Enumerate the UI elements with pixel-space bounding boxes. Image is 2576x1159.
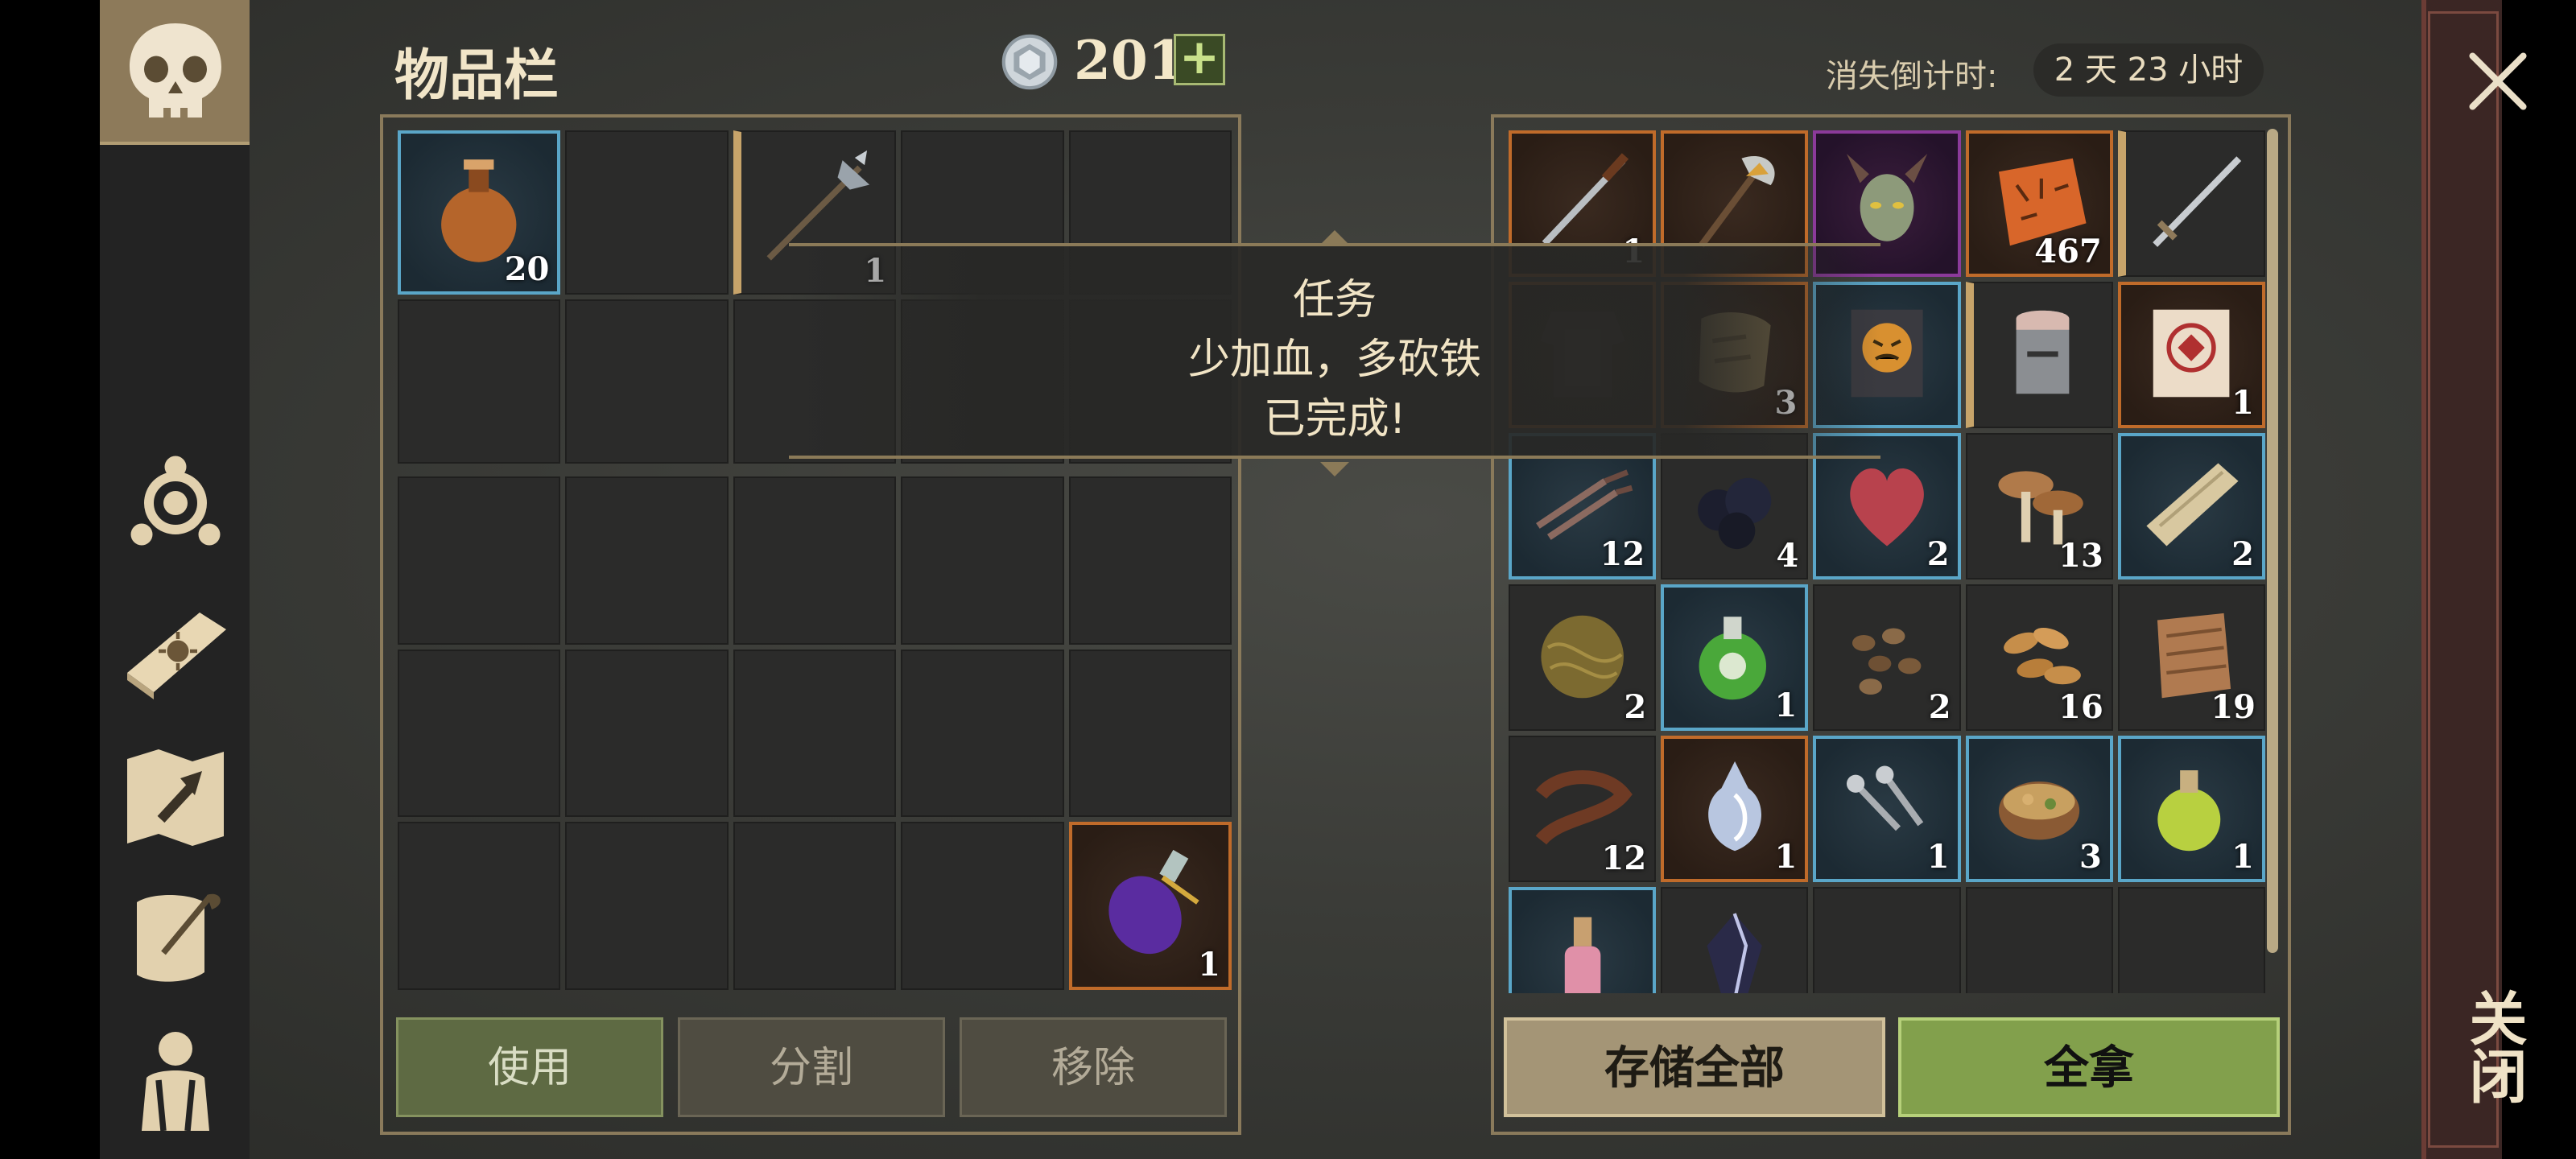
seeds-icon: [1852, 628, 1922, 695]
item-count: 1: [1198, 946, 1220, 984]
item-count: 16: [2058, 688, 2103, 726]
empty-slot[interactable]: [565, 130, 729, 295]
item-count: 1: [2231, 384, 2254, 422]
sun-book-icon[interactable]: [106, 584, 245, 713]
timer-value: 2 天 23 小时: [2033, 43, 2264, 97]
item-count: 13: [2058, 537, 2103, 575]
empty-slot[interactable]: [565, 476, 729, 645]
empty-slot[interactable]: [398, 476, 561, 645]
inventory-slot[interactable]: 2: [2117, 433, 2265, 580]
inventory-slot[interactable]: 3: [1965, 736, 2113, 882]
inventory-slot[interactable]: 1: [1661, 736, 1809, 882]
item-count: 2: [1624, 688, 1647, 726]
quill-scroll-icon[interactable]: [106, 874, 245, 1003]
toast-pointer-top: [1320, 230, 1349, 245]
page-title: 物品栏: [394, 44, 559, 108]
toast-message: 少加血，多砍铁: [1187, 336, 1481, 384]
coal-icon: [1698, 478, 1772, 550]
item-count: 12: [1600, 535, 1645, 573]
inventory-slot[interactable]: 1: [2117, 736, 2265, 882]
item-count: 2: [1928, 688, 1951, 726]
item-count: 467: [2034, 233, 2102, 270]
toast-title: 任务: [1292, 276, 1377, 324]
close-icon[interactable]: [2462, 45, 2534, 118]
crystal-icon: [1707, 913, 1762, 993]
add-coins-button[interactable]: +: [1174, 33, 1225, 85]
skull-icon[interactable]: [106, 10, 245, 138]
clan-icon[interactable]: [106, 441, 245, 570]
item-count: 2: [1926, 535, 1950, 573]
demon-head-icon: [1846, 154, 1928, 241]
item-count: 3: [2079, 838, 2102, 876]
inventory-slot[interactable]: [1661, 887, 1809, 993]
empty-slot[interactable]: [733, 476, 897, 645]
empty-slot[interactable]: [565, 299, 729, 464]
inventory-slot[interactable]: [1509, 887, 1657, 993]
item-count: 2: [2231, 535, 2254, 573]
toast-status: 已完成!: [1263, 395, 1406, 443]
container-scrollbar[interactable]: [2267, 129, 2278, 953]
inventory-slot[interactable]: 1: [1813, 736, 1961, 882]
inventory-slot[interactable]: 19: [2117, 584, 2265, 731]
empty-slot[interactable]: [733, 822, 897, 990]
item-count: 12: [1601, 839, 1647, 877]
inventory-slot[interactable]: 12: [1509, 736, 1657, 882]
character-icon[interactable]: [106, 1016, 245, 1145]
empty-slot[interactable]: [733, 649, 897, 818]
inventory-slot[interactable]: 1: [1068, 822, 1232, 990]
empty-slot[interactable]: [901, 476, 1064, 645]
helmet-icon: [2016, 311, 2070, 394]
axe-icon: [1698, 155, 1775, 248]
item-count: 1: [1926, 838, 1950, 876]
empty-slot[interactable]: [2117, 887, 2265, 993]
fiber-ball-icon: [1541, 616, 1624, 699]
inventory-slot[interactable]: [1965, 282, 2113, 428]
empty-slot[interactable]: [901, 649, 1064, 818]
empty-slot[interactable]: [398, 822, 561, 990]
remove-button[interactable]: 移除: [960, 1017, 1227, 1117]
inventory-slot[interactable]: 2: [1509, 584, 1657, 731]
split-button[interactable]: 分割: [678, 1017, 945, 1117]
toast-pointer-bottom: [1320, 462, 1349, 476]
inventory-slot[interactable]: 2: [1813, 584, 1961, 731]
sword-icon: [2153, 156, 2242, 248]
empty-slot[interactable]: [398, 299, 561, 464]
inventory-slot[interactable]: 1: [1661, 584, 1809, 731]
inventory-slot[interactable]: 16: [1965, 584, 2113, 731]
empty-slot[interactable]: [1813, 887, 1961, 993]
silver-coin-icon: [1001, 34, 1058, 90]
crafting-map-icon[interactable]: [106, 731, 245, 860]
inventory-slot[interactable]: [2117, 130, 2265, 277]
empty-slot[interactable]: [565, 649, 729, 818]
inventory-slot[interactable]: 467: [1965, 130, 2113, 277]
purple-potion-icon: [1108, 850, 1199, 955]
close-panel-frame: [2428, 11, 2499, 1148]
quest-complete-toast: 任务 少加血，多砍铁 已完成!: [789, 243, 1880, 459]
item-count: 4: [1776, 537, 1799, 575]
empty-slot[interactable]: [398, 649, 561, 818]
take-all-button[interactable]: 全拿: [1898, 1017, 2280, 1117]
empty-slot[interactable]: [565, 822, 729, 990]
coin-count: 201: [1074, 29, 1185, 92]
item-count: 20: [504, 250, 550, 288]
close-label[interactable]: 关闭: [2459, 982, 2536, 1111]
inventory-slot[interactable]: 13: [1965, 433, 2113, 580]
use-button[interactable]: 使用: [396, 1017, 663, 1117]
empty-slot[interactable]: [1068, 476, 1232, 645]
pink-potion-icon: [1564, 917, 1600, 993]
inventory-slot[interactable]: 1: [2117, 282, 2265, 428]
player-grid-bottom: 1: [398, 476, 1232, 990]
item-count: 1: [1774, 838, 1798, 876]
empty-slot[interactable]: [901, 822, 1064, 990]
empty-slot[interactable]: [1068, 649, 1232, 818]
item-count: 19: [2211, 688, 2256, 726]
empty-slot[interactable]: [1965, 887, 2113, 993]
item-count: 1: [1774, 687, 1798, 724]
screen-edge-left: [0, 0, 100, 1159]
store-all-button[interactable]: 存储全部: [1504, 1017, 1885, 1117]
inventory-slot[interactable]: 20: [398, 130, 561, 295]
timer-label: 消失倒计时:: [1826, 58, 1998, 95]
item-count: 1: [2231, 838, 2254, 876]
